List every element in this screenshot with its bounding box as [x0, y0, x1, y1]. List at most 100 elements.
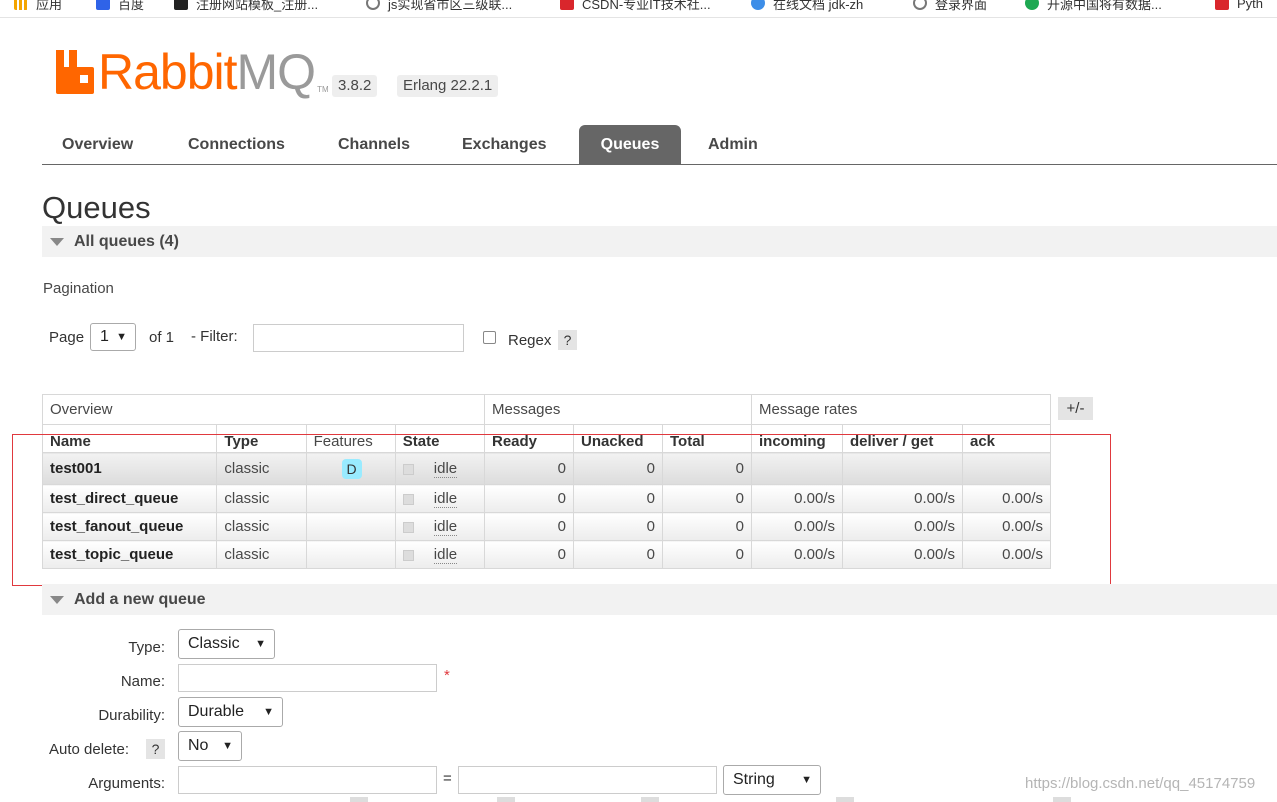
- queue-type: classic: [216, 512, 307, 541]
- state-indicator-icon: [402, 463, 414, 475]
- table-row[interactable]: test_fanout_queue classic idle 0 0 0 0.0…: [41, 512, 1051, 541]
- tab-exchanges[interactable]: Exchanges: [443, 125, 565, 164]
- apps-grid-icon: [14, 0, 28, 10]
- argument-key-input[interactable]: [178, 766, 437, 794]
- queue-state: idle: [433, 518, 458, 536]
- all-queues-heading: All queues (4): [74, 233, 179, 250]
- ready-count: 0: [484, 452, 574, 485]
- add-queue-heading: Add a new queue: [74, 591, 206, 608]
- add-queue-section-toggle[interactable]: Add a new queue: [42, 584, 1277, 615]
- incoming-rate: 0.00/s: [751, 512, 843, 541]
- argument-type-select[interactable]: String ▼: [723, 765, 821, 795]
- version-badge: 3.8.2: [332, 75, 378, 97]
- type-label: Type:: [128, 639, 165, 656]
- bookmark-jdk-docs[interactable]: 在线文档 jdk-zh: [751, 0, 863, 13]
- incoming-rate: [751, 452, 843, 485]
- unacked-count: 0: [573, 484, 663, 513]
- table-row[interactable]: test001 classic D idle 0 0 0: [41, 452, 1051, 485]
- tab-connections[interactable]: Connections: [169, 125, 304, 164]
- ack-rate: 0.00/s: [962, 484, 1051, 513]
- unacked-count: 0: [573, 512, 663, 541]
- bookmark-login-page[interactable]: 登录界面: [913, 0, 987, 13]
- site-icon: [174, 0, 188, 10]
- tab-channels[interactable]: Channels: [319, 125, 429, 164]
- queue-features: [306, 512, 396, 541]
- column-header-deliver-get[interactable]: deliver / get: [842, 424, 963, 453]
- dropdown-arrow-icon: ▼: [116, 331, 127, 343]
- auto-delete-help-button[interactable]: ?: [146, 739, 165, 759]
- queue-name-link[interactable]: test001: [41, 452, 218, 485]
- queue-features: [306, 540, 396, 569]
- queue-type-select[interactable]: Classic ▼: [178, 629, 275, 659]
- regex-checkbox[interactable]: [483, 331, 496, 344]
- column-header-state[interactable]: State: [395, 424, 486, 453]
- bookmark-python[interactable]: Pyth: [1215, 0, 1263, 13]
- argument-shortcut-stub: [1053, 797, 1071, 802]
- total-count: 0: [662, 540, 752, 569]
- column-header-total[interactable]: Total: [662, 424, 752, 453]
- queue-name-input[interactable]: [178, 664, 437, 692]
- queue-state: idle: [433, 490, 458, 508]
- queue-state: idle: [433, 460, 458, 478]
- queue-name-link[interactable]: test_topic_queue: [41, 540, 218, 569]
- column-header-incoming[interactable]: incoming: [751, 424, 843, 453]
- globe-icon: [366, 0, 380, 10]
- queue-features: [306, 484, 396, 513]
- queue-name-link[interactable]: test_direct_queue: [41, 484, 218, 513]
- column-toggle-button[interactable]: +/-: [1058, 397, 1093, 420]
- column-header-type[interactable]: Type: [216, 424, 307, 453]
- column-header-features: Features: [306, 424, 396, 453]
- queue-name-link[interactable]: test_fanout_queue: [41, 512, 218, 541]
- column-header-name[interactable]: Name: [41, 424, 218, 453]
- bookmark-apps[interactable]: 应用: [14, 0, 62, 13]
- bookmark-oschina[interactable]: 开源中国将有数据...: [1025, 0, 1162, 13]
- regex-label: Regex: [508, 332, 552, 349]
- tab-overview[interactable]: Overview: [43, 125, 152, 164]
- collapse-triangle-icon: [50, 596, 64, 604]
- ready-count: 0: [484, 512, 574, 541]
- bookmark-baidu[interactable]: 百度: [96, 0, 144, 13]
- state-indicator-icon: [402, 549, 414, 561]
- queue-state: idle: [433, 546, 458, 564]
- erlang-version-badge: Erlang 22.2.1: [397, 75, 499, 97]
- durability-label: Durability:: [98, 707, 165, 724]
- required-asterisk: *: [444, 667, 450, 684]
- group-header-overview: Overview: [42, 394, 485, 425]
- argument-shortcut-stub: [641, 797, 659, 802]
- column-header-ready[interactable]: Ready: [484, 424, 574, 453]
- tab-queues[interactable]: Queues: [579, 125, 681, 164]
- filter-input[interactable]: [253, 324, 464, 352]
- main-nav: Overview Connections Channels Exchanges …: [42, 125, 1277, 165]
- queue-type: classic: [216, 452, 307, 485]
- argument-value-input[interactable]: [458, 766, 717, 794]
- bookmark-csdn[interactable]: CSDN-专业IT技术社...: [560, 0, 711, 13]
- dropdown-arrow-icon: ▼: [263, 706, 274, 718]
- auto-delete-select[interactable]: No ▼: [178, 731, 242, 761]
- queues-table: Overview Messages Message rates Name Typ…: [41, 394, 1051, 569]
- table-row[interactable]: test_topic_queue classic idle 0 0 0 0.00…: [41, 540, 1051, 569]
- all-queues-section-toggle[interactable]: All queues (4): [42, 226, 1277, 257]
- tab-admin[interactable]: Admin: [689, 125, 777, 164]
- page-select[interactable]: 1 ▼: [90, 323, 136, 351]
- queue-type: classic: [216, 540, 307, 569]
- state-indicator-icon: [402, 493, 414, 505]
- bookmark-register-template[interactable]: 注册网站模板_注册...: [174, 0, 318, 13]
- name-label: Name:: [120, 673, 165, 690]
- total-count: 0: [662, 452, 752, 485]
- bookmark-js-cascade[interactable]: js实现省市区三级联...: [366, 0, 512, 13]
- table-row[interactable]: test_direct_queue classic idle 0 0 0 0.0…: [41, 484, 1051, 513]
- durability-select[interactable]: Durable ▼: [178, 697, 283, 727]
- globe-icon: [913, 0, 927, 10]
- dropdown-arrow-icon: ▼: [222, 740, 233, 752]
- argument-equals: =: [443, 770, 452, 787]
- rabbitmq-logo: RabbitMQ TM: [56, 47, 329, 98]
- csdn-watermark: https://blog.csdn.net/qq_45174759: [1025, 775, 1256, 792]
- regex-help-button[interactable]: ?: [558, 330, 577, 350]
- total-count: 0: [662, 512, 752, 541]
- logo-text-mq: MQ: [236, 44, 317, 100]
- unacked-count: 0: [573, 540, 663, 569]
- ready-count: 0: [484, 484, 574, 513]
- column-header-unacked[interactable]: Unacked: [573, 424, 663, 453]
- argument-shortcut-stub: [836, 797, 854, 802]
- column-header-ack[interactable]: ack: [962, 424, 1051, 453]
